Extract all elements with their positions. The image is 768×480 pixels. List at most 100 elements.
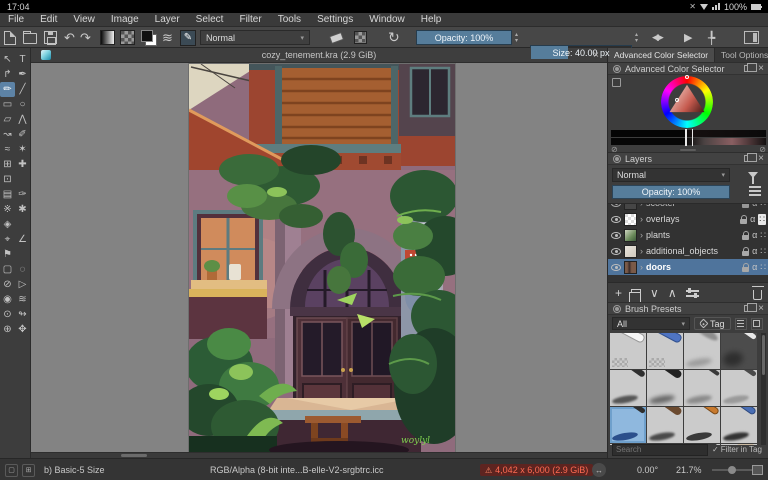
add-layer-button[interactable]: + [615,287,622,299]
tool-pan[interactable]: ✥ [15,322,30,337]
brush-preset-blue-pencil[interactable] [721,407,757,443]
brush-preset-ink-brush[interactable] [647,370,683,406]
tool-dynamic-brush[interactable]: ≈ [0,142,15,157]
tool-gradient[interactable]: ▤ [0,187,15,202]
color-selector-settings-icon[interactable] [612,78,621,87]
fg-bg-color-button[interactable] [141,29,157,46]
duplicate-layer-button[interactable] [629,288,642,303]
tool-pattern-edit[interactable]: ※ [0,202,15,217]
crop-overlay-button[interactable]: ╄ [708,30,715,45]
layer-row-additional-objects[interactable]: › additional_objects α ∷ [608,243,768,259]
scrollbar-handle[interactable] [762,335,765,375]
move-layer-down-button[interactable]: ∨ [650,287,659,299]
alpha-lock-icon[interactable]: α [752,204,757,208]
document-close-icon[interactable]: × [593,50,599,61]
size-spinner[interactable]: ▴ ▾ [635,30,638,45]
tool-elliptical-selection[interactable]: ◌ [15,262,30,277]
visibility-eye-icon[interactable] [611,204,621,207]
menu-layer[interactable]: Layer [147,13,188,27]
layer-properties-icon[interactable]: ∷ [760,246,766,257]
tag-button[interactable]: Tag [694,317,731,330]
tab-advanced-color-selector[interactable]: Advanced Color Selector [608,48,716,62]
float-docker-icon[interactable] [744,153,758,162]
tool-text[interactable]: T [15,52,30,67]
zoom-slider-knob[interactable] [728,466,736,474]
mirror-button[interactable]: ◀▶ [652,30,664,45]
tool-rectangular-selection[interactable]: ▢ [0,262,15,277]
lock-icon[interactable] [742,262,750,272]
tool-select-shapes[interactable]: ↖ [0,52,15,67]
brush-preset-airbrush[interactable] [721,333,757,369]
close-docker-icon[interactable]: × [758,63,764,74]
brush-preset-ink-pen[interactable] [610,370,646,406]
layer-properties-icon[interactable]: ∷ [760,204,766,209]
pattern-chooser-button[interactable] [120,30,135,45]
tool-move[interactable]: ✚ [15,157,30,172]
expand-chevron-icon[interactable]: › [640,246,643,256]
image-size-warning-badge[interactable]: ⚠ 4,042 x 6,000 (2.9 GiB) [480,464,594,476]
menu-view[interactable]: View [65,13,103,27]
color-wheel[interactable] [661,75,713,128]
menu-window[interactable]: Window [361,13,413,27]
brush-preset-eraser-soft[interactable] [647,333,683,369]
filter-in-tag-checkbox[interactable]: ✓ Filter in Tag [712,445,762,454]
tool-multibrush[interactable]: ✶ [15,142,30,157]
visibility-eye-icon[interactable] [611,247,621,255]
lock-icon[interactable] [742,246,750,256]
open-document-button[interactable] [23,30,37,45]
tool-edit-shapes[interactable]: ↱ [0,67,15,82]
tool-assistants[interactable]: ⌖ [0,232,15,247]
save-button[interactable] [44,30,57,45]
menu-file[interactable]: File [0,13,32,27]
workspace-chooser-button[interactable] [744,30,759,45]
tool-crop[interactable]: ⊡ [0,172,15,187]
menu-help[interactable]: Help [413,13,450,27]
search-input[interactable] [612,443,708,456]
grid-view-icon[interactable] [750,317,763,330]
menu-settings[interactable]: Settings [309,13,361,27]
brush-preset-selected[interactable] [610,407,646,443]
visibility-eye-icon[interactable] [611,215,621,223]
tool-magnetic-selection[interactable]: ◉ [0,292,15,307]
tool-polyline[interactable]: ⋀ [15,112,30,127]
close-docker-icon[interactable]: × [758,153,764,164]
brush-editor-button[interactable]: ✎ [180,29,196,46]
shade-gradient-bar[interactable] [611,137,766,146]
brush-preset-round-brush[interactable] [647,407,683,443]
tool-smart-patch[interactable]: ✱ [15,202,30,217]
layer-row-overlays[interactable]: › overlays α ∷ [608,211,768,227]
alpha-lock-icon[interactable]: α [752,246,757,256]
layer-opacity-slider[interactable]: Opacity: 100% [612,185,730,199]
selection-display-icon[interactable]: ⊞ [22,463,35,477]
alpha-lock-icon[interactable]: α [752,262,757,272]
layer-properties-icon[interactable]: ∷ [760,230,766,241]
tool-contiguous-selection[interactable]: ⊙ [0,307,15,322]
current-brush-label[interactable]: b) Basic-5 Size [44,459,105,480]
tool-calligraphy[interactable]: ✒ [15,67,30,82]
tool-color-sampler[interactable]: ✑ [15,187,30,202]
brush-preset-marker[interactable] [684,407,720,443]
tool-reference-images[interactable]: ⚑ [0,247,15,262]
redo-button[interactable]: ↷ [80,30,91,45]
close-docker-icon[interactable]: × [758,303,764,314]
brush-grid-scrollbar[interactable] [761,333,766,445]
selection-mode-icon[interactable]: ▢ [5,463,18,477]
color-profile-label[interactable]: RGB/Alpha (8-bit inte...B-elle-V2-srgbtr… [210,459,384,480]
tool-rectangle[interactable]: ▭ [0,97,15,112]
layer-properties-icon[interactable]: ∷ [760,262,766,273]
gradient-chooser-button[interactable] [100,30,115,45]
zoom-percent[interactable]: 21.7% [676,459,702,480]
expand-chevron-icon[interactable]: › [640,262,643,272]
expand-chevron-icon[interactable]: › [640,214,643,224]
menu-image[interactable]: Image [103,13,147,27]
tool-fill[interactable]: ◈ [0,217,15,232]
alpha-lock-icon[interactable]: α [750,214,755,224]
fit-view-icon[interactable] [752,465,763,475]
visibility-eye-icon[interactable] [611,231,621,239]
alpha-lock-icon[interactable]: α [752,230,757,240]
menu-edit[interactable]: Edit [32,13,65,27]
layer-row-doors[interactable]: › doors α ∷ [608,259,768,275]
undo-button[interactable]: ↶ [64,30,75,45]
visibility-eye-icon[interactable] [611,263,621,271]
layer-row-scooter[interactable]: › scooter α ∷ [608,204,768,211]
